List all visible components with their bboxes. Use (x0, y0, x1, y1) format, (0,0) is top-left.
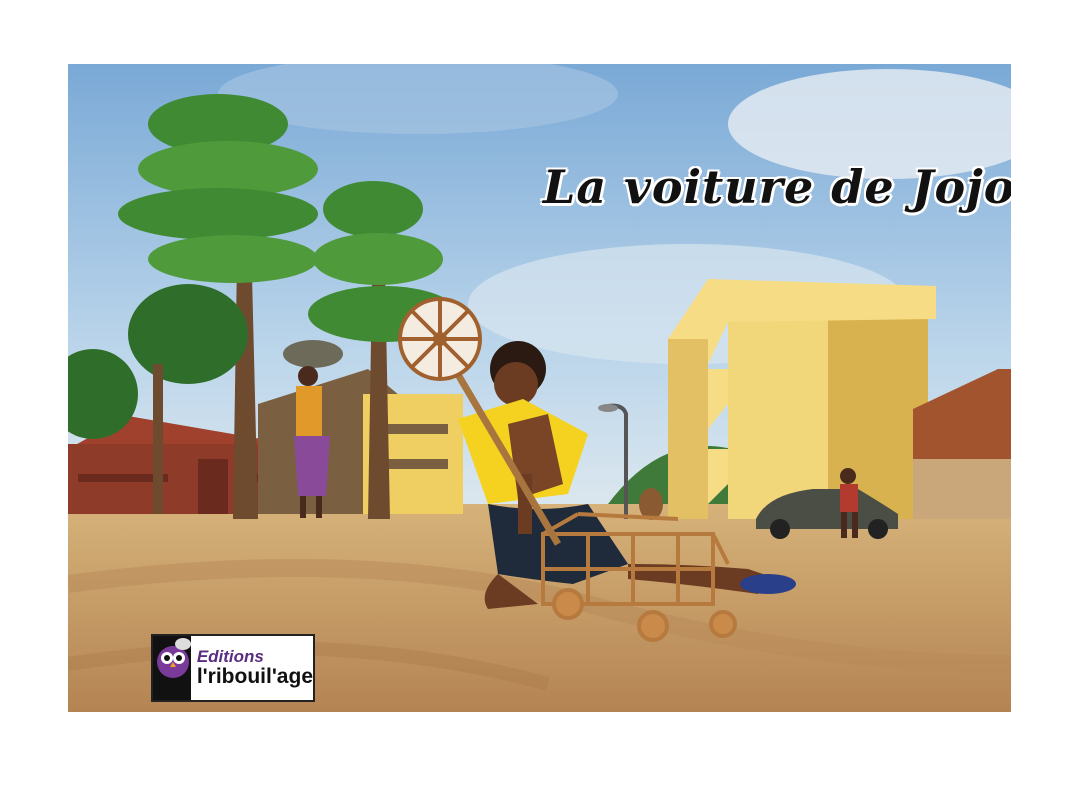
publisher-line1: Editions (196, 647, 264, 666)
book-cover: La voiture de Jojo Editions l'ribouil'ag… (68, 64, 1011, 712)
yellow-tower (668, 279, 936, 519)
publisher-name: Editions l'ribouil'age (191, 636, 313, 700)
book-title: La voiture de Jojo (543, 160, 1011, 214)
publisher-line2: l'ribouil'age (196, 665, 313, 688)
publisher-logo: Editions l'ribouil'age (151, 634, 315, 702)
owl-mascot-icon (153, 636, 191, 700)
